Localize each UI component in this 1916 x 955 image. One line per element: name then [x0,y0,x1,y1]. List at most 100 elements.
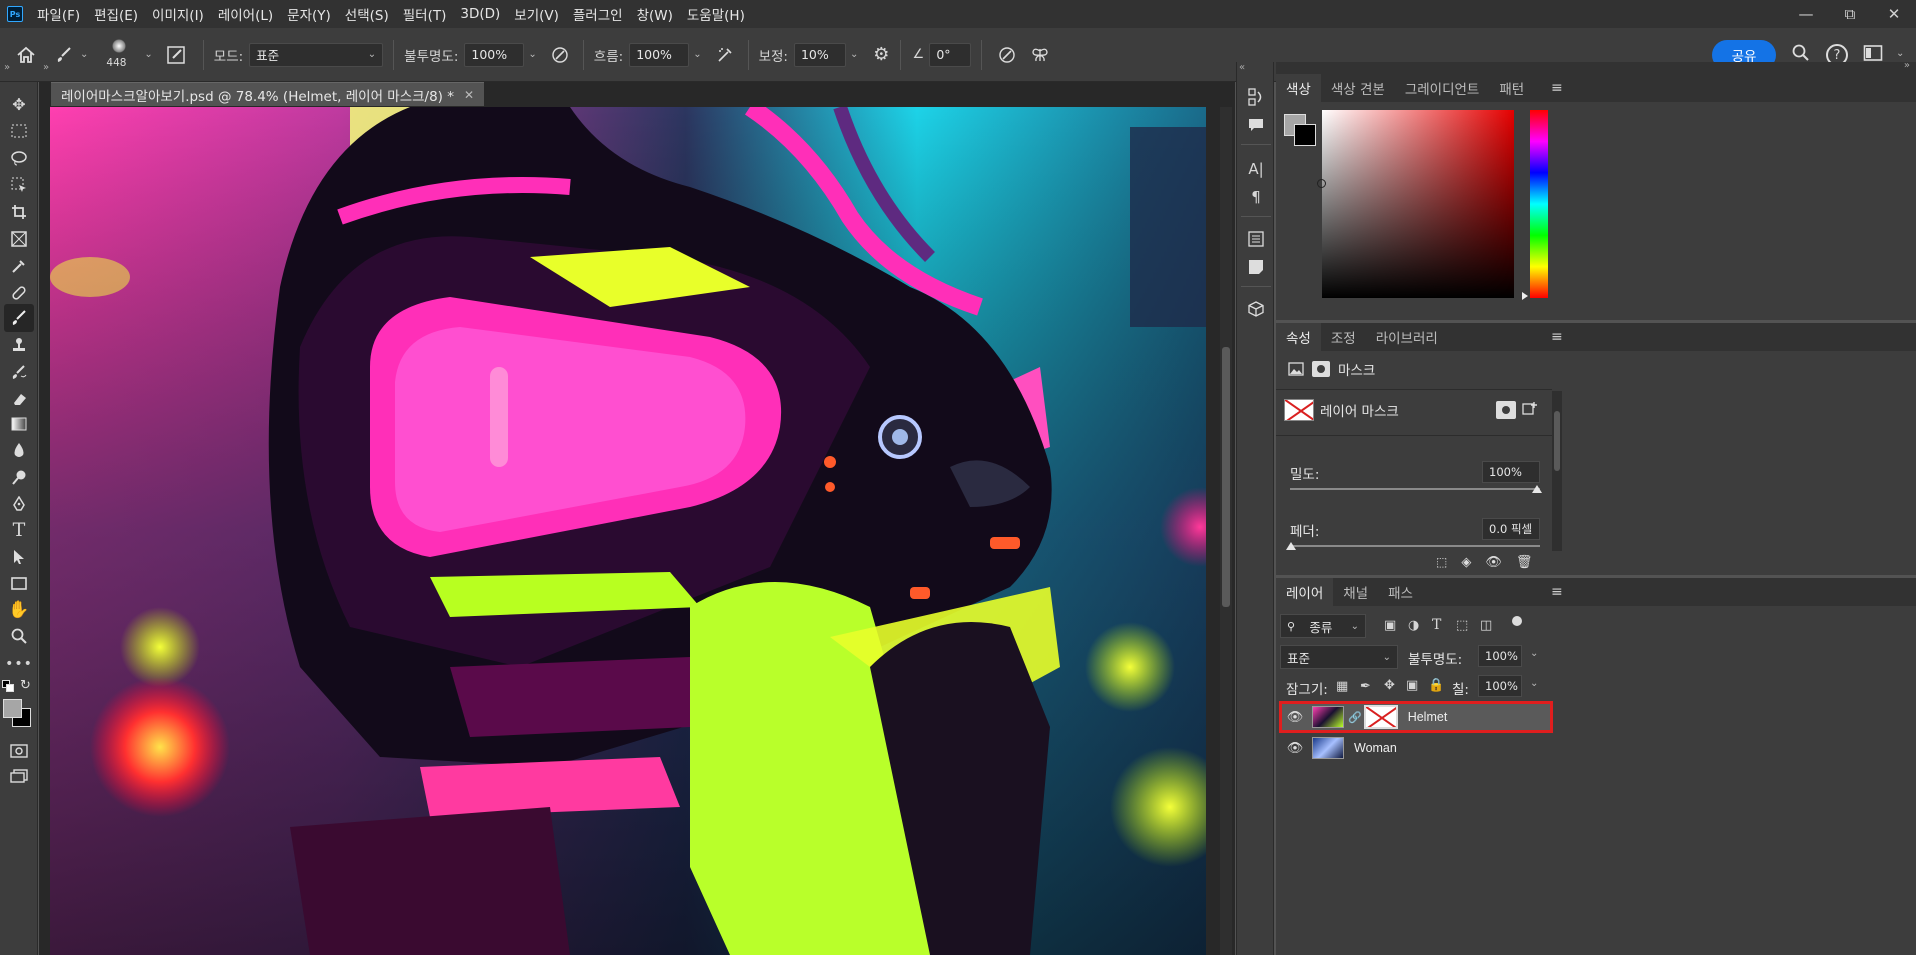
collapse-toolbar-icon[interactable]: » [4,62,10,73]
smoothing-input[interactable]: 10% [793,42,846,67]
marquee-tool-icon[interactable] [4,117,34,145]
filter-shape-icon[interactable]: ⬚ [1456,618,1468,633]
panel-menu-icon[interactable]: ≡ [1551,584,1563,600]
gradient-tool-icon[interactable] [4,410,34,438]
type-tool-icon[interactable]: T [4,516,34,544]
color-field[interactable] [1322,110,1514,298]
zoom-tool-icon[interactable] [4,622,34,650]
crop-tool-icon[interactable] [4,198,34,226]
opacity-input[interactable]: 100% [464,42,525,67]
filter-type-icon[interactable]: T [1432,617,1441,633]
menu-image[interactable]: 이미지(I) [152,4,204,24]
eye-icon[interactable]: 👁 [1284,741,1306,756]
comments-icon[interactable] [1243,112,1269,138]
tab-patterns[interactable]: 패턴 [1489,74,1534,102]
brush-size-dropdown-icon[interactable]: ⌄ [144,49,152,60]
lock-position-icon[interactable]: ✥ [1384,678,1395,693]
blend-mode-select[interactable]: 표준 ⌄ [1280,645,1398,669]
layer-row-helmet[interactable]: 👁 🔗 Helmet [1279,701,1553,733]
swap-colors-icon[interactable]: ↻ [20,678,31,693]
menu-select[interactable]: 선택(S) [345,4,389,24]
fill-dropdown-icon[interactable]: ⌄ [1530,678,1538,689]
lock-transparent-icon[interactable]: ▦ [1336,679,1348,694]
tab-gradients[interactable]: 그레이디언트 [1395,74,1490,102]
home-icon[interactable] [0,46,52,64]
close-icon[interactable]: ✕ [1872,0,1916,28]
visibility-icon[interactable]: 👁 [1485,555,1502,570]
layer-opacity-dropdown-icon[interactable]: ⌄ [1530,648,1538,659]
color-picker-ring[interactable] [1317,179,1326,188]
minimize-icon[interactable]: — [1784,0,1828,28]
eraser-tool-icon[interactable] [4,385,34,413]
layer-opacity-input[interactable]: 100% [1478,645,1522,667]
filter-smart-object-icon[interactable]: ◫ [1480,618,1492,633]
hand-tool-icon[interactable]: ✋ [4,596,34,624]
add-vector-mask-icon[interactable] [1522,401,1538,420]
tab-color[interactable]: 색상 [1276,74,1321,102]
more-tools-icon[interactable]: ••• [4,650,34,678]
feather-slider-thumb[interactable] [1286,542,1296,550]
layer-filter-select[interactable]: ⚲ 종류 ⌄ [1280,614,1366,638]
move-tool-icon[interactable]: ✥ [4,90,34,118]
feather-slider[interactable] [1290,545,1540,547]
history-icon[interactable] [1243,84,1269,110]
menu-3d[interactable]: 3D(D) [460,6,500,22]
filter-adjustment-icon[interactable]: ◑ [1408,618,1419,633]
close-icon[interactable]: ✕ [464,88,474,102]
character-icon[interactable]: A| [1243,156,1269,182]
menu-file[interactable]: 파일(F) [37,4,80,24]
collapse-left-icon[interactable]: » [43,62,49,73]
pressure-size-icon[interactable] [992,46,1022,64]
eyedropper-tool-icon[interactable] [4,252,34,280]
select-layer-mask-icon[interactable] [1496,401,1516,419]
pen-tool-icon[interactable] [4,490,34,518]
restore-icon[interactable]: ⧉ [1828,0,1872,28]
eye-icon[interactable]: 👁 [1284,710,1306,725]
density-slider[interactable] [1290,488,1540,490]
brush-size-picker[interactable]: 448 [100,35,140,75]
pressure-opacity-icon[interactable] [547,46,573,64]
rectangle-tool-icon[interactable] [4,570,34,598]
3d-cube-icon[interactable] [1243,296,1269,322]
fill-input[interactable]: 100% [1478,675,1522,697]
tab-layers[interactable]: 레이어 [1276,578,1334,606]
flow-dropdown-icon[interactable]: ⌄ [693,49,701,60]
opacity-dropdown-icon[interactable]: ⌄ [528,49,536,60]
menu-window[interactable]: 창(W) [637,4,673,24]
collapse-right-icon[interactable]: « [1239,62,1245,73]
panel-menu-icon[interactable]: ≡ [1551,329,1563,345]
brush-preset-dropdown-icon[interactable]: ⌄ [80,49,88,60]
lock-artboard-icon[interactable]: ▣ [1406,678,1418,693]
gear-icon[interactable]: ⚙ [868,44,894,65]
vector-mask-icon[interactable] [1312,361,1330,377]
collapse-panels-icon[interactable]: » [1904,60,1910,71]
airbrush-icon[interactable] [712,46,738,64]
layer-mask-thumbnail[interactable] [1363,705,1398,729]
info-panel-icon[interactable] [1243,226,1269,252]
quick-mask-icon[interactable] [4,737,34,765]
menu-view[interactable]: 보기(V) [514,4,559,24]
feather-input[interactable]: 0.0 픽셀 [1482,518,1540,540]
lock-all-icon[interactable]: 🔒 [1428,678,1444,693]
brush-preset-icon[interactable] [52,46,76,64]
smoothing-dropdown-icon[interactable]: ⌄ [850,49,858,60]
density-input[interactable]: 100% [1482,461,1540,483]
layer-row-woman[interactable]: 👁 Woman [1280,733,1552,763]
apply-mask-icon[interactable]: ◈ [1461,555,1471,570]
filter-toggle-icon[interactable] [1512,616,1522,626]
lasso-tool-icon[interactable] [4,144,34,172]
brush-tool-icon[interactable] [4,304,34,332]
background-color-swatch[interactable] [1294,124,1316,146]
symmetry-icon[interactable] [1022,46,1058,64]
tab-adjustments[interactable]: 조정 [1321,323,1366,351]
blur-tool-icon[interactable] [4,436,34,464]
object-select-tool-icon[interactable] [4,171,34,199]
path-select-tool-icon[interactable] [4,543,34,571]
menu-filter[interactable]: 필터(T) [403,4,447,24]
tab-channels[interactable]: 채널 [1333,578,1378,606]
menu-edit[interactable]: 편집(E) [94,4,138,24]
menu-layer[interactable]: 레이어(L) [218,4,273,24]
scrollbar-thumb[interactable] [1222,347,1230,607]
filter-pixel-icon[interactable]: ▣ [1384,618,1396,633]
canvas-image[interactable] [50,107,1206,955]
